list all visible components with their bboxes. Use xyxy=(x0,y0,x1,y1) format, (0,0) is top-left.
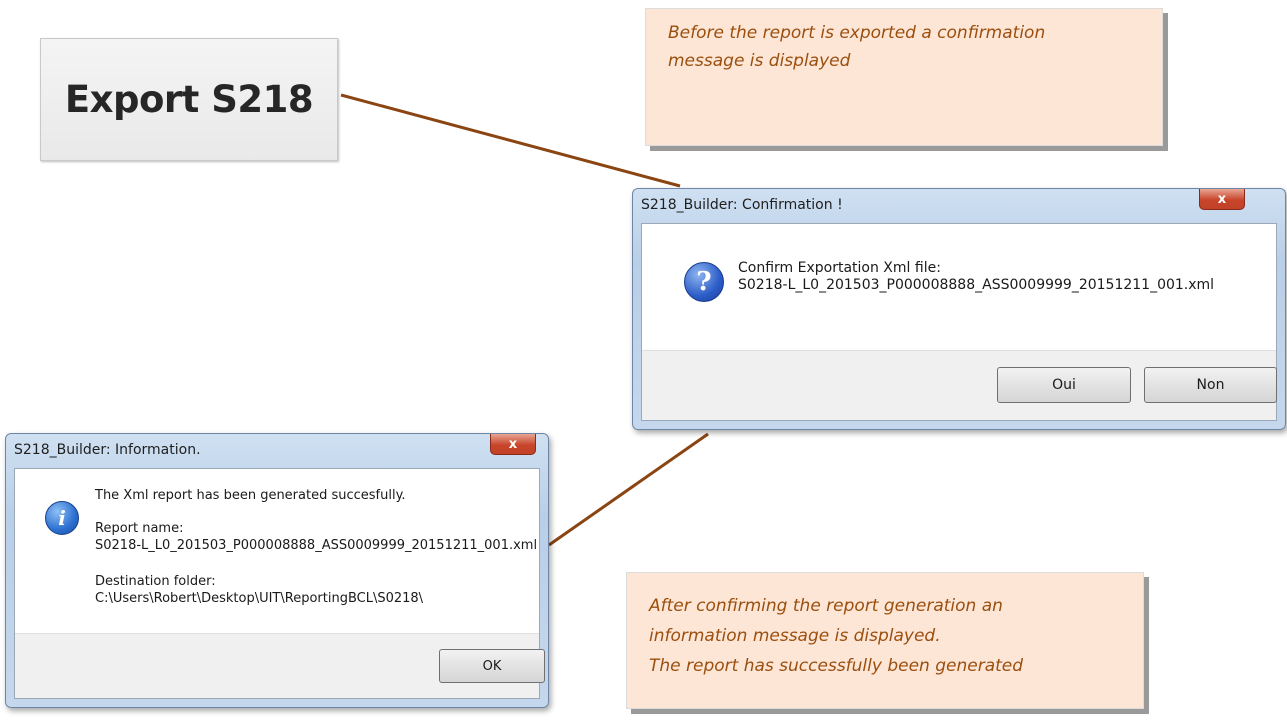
note-confirmation: Before the report is exported a confirma… xyxy=(645,8,1163,146)
information-icon-glyph: i xyxy=(58,506,66,530)
information-icon: i xyxy=(45,501,79,535)
note-confirmation-line-1: Before the report is exported a confirma… xyxy=(668,23,1046,43)
confirmation-dialog: S218_Builder: Confirmation ! x ? Confirm… xyxy=(632,188,1286,430)
information-dialog-titlebar[interactable]: S218_Builder: Information. x xyxy=(6,434,548,468)
information-dialog: S218_Builder: Information. x i The Xml r… xyxy=(5,433,549,708)
information-dialog-footer: OK xyxy=(15,633,545,698)
destination-folder-label: Destination folder: xyxy=(95,574,216,589)
confirmation-dialog-title: S218_Builder: Confirmation ! xyxy=(641,197,843,213)
information-close-button[interactable]: x xyxy=(490,434,536,455)
confirmation-dialog-titlebar[interactable]: S218_Builder: Confirmation ! x xyxy=(633,189,1285,223)
question-icon: ? xyxy=(684,262,724,302)
connector-export-to-confirm xyxy=(340,93,681,188)
report-name-value: S0218-L_L0_201503_P000008888_ASS0009999_… xyxy=(95,538,538,553)
ok-button[interactable]: OK xyxy=(439,649,545,683)
confirmation-dialog-body: ? Confirm Exportation Xml file: S0218-L_… xyxy=(641,223,1277,421)
information-message: The Xml report has been generated succes… xyxy=(95,488,406,503)
note-information: After confirming the report generation a… xyxy=(626,572,1144,709)
confirmation-message-line-1: Confirm Exportation Xml file: xyxy=(738,260,941,276)
note-confirmation-line-2: message is displayed xyxy=(668,51,851,71)
note-information-line-1: After confirming the report generation a… xyxy=(649,596,1003,616)
question-icon-glyph: ? xyxy=(696,267,712,297)
connector-confirm-to-info xyxy=(548,432,709,547)
report-name-label: Report name: xyxy=(95,521,184,536)
confirmation-dialog-footer: Oui Non xyxy=(642,350,1277,420)
non-button[interactable]: Non xyxy=(1144,367,1277,403)
confirmation-message-line-2: S0218-L_L0_201503_P000008888_ASS0009999_… xyxy=(738,277,1215,293)
export-s218-button[interactable]: Export S218 xyxy=(40,38,338,161)
information-dialog-title: S218_Builder: Information. xyxy=(14,442,201,458)
close-icon: x xyxy=(1217,191,1227,207)
confirmation-close-button[interactable]: x xyxy=(1199,189,1245,210)
confirmation-message: Confirm Exportation Xml file: S0218-L_L0… xyxy=(738,260,1214,294)
note-information-line-2: information message is displayed. xyxy=(649,626,941,646)
tutorial-canvas: Export S218 Before the report is exporte… xyxy=(0,0,1287,720)
export-s218-label: Export S218 xyxy=(64,78,314,121)
destination-folder-value: C:\Users\Robert\Desktop\UIT\ReportingBCL… xyxy=(95,591,424,606)
note-information-line-3: The report has successfully been generat… xyxy=(649,656,1024,676)
information-dialog-body: i The Xml report has been generated succ… xyxy=(14,468,545,699)
close-icon: x xyxy=(508,436,518,452)
oui-button[interactable]: Oui xyxy=(997,367,1131,403)
